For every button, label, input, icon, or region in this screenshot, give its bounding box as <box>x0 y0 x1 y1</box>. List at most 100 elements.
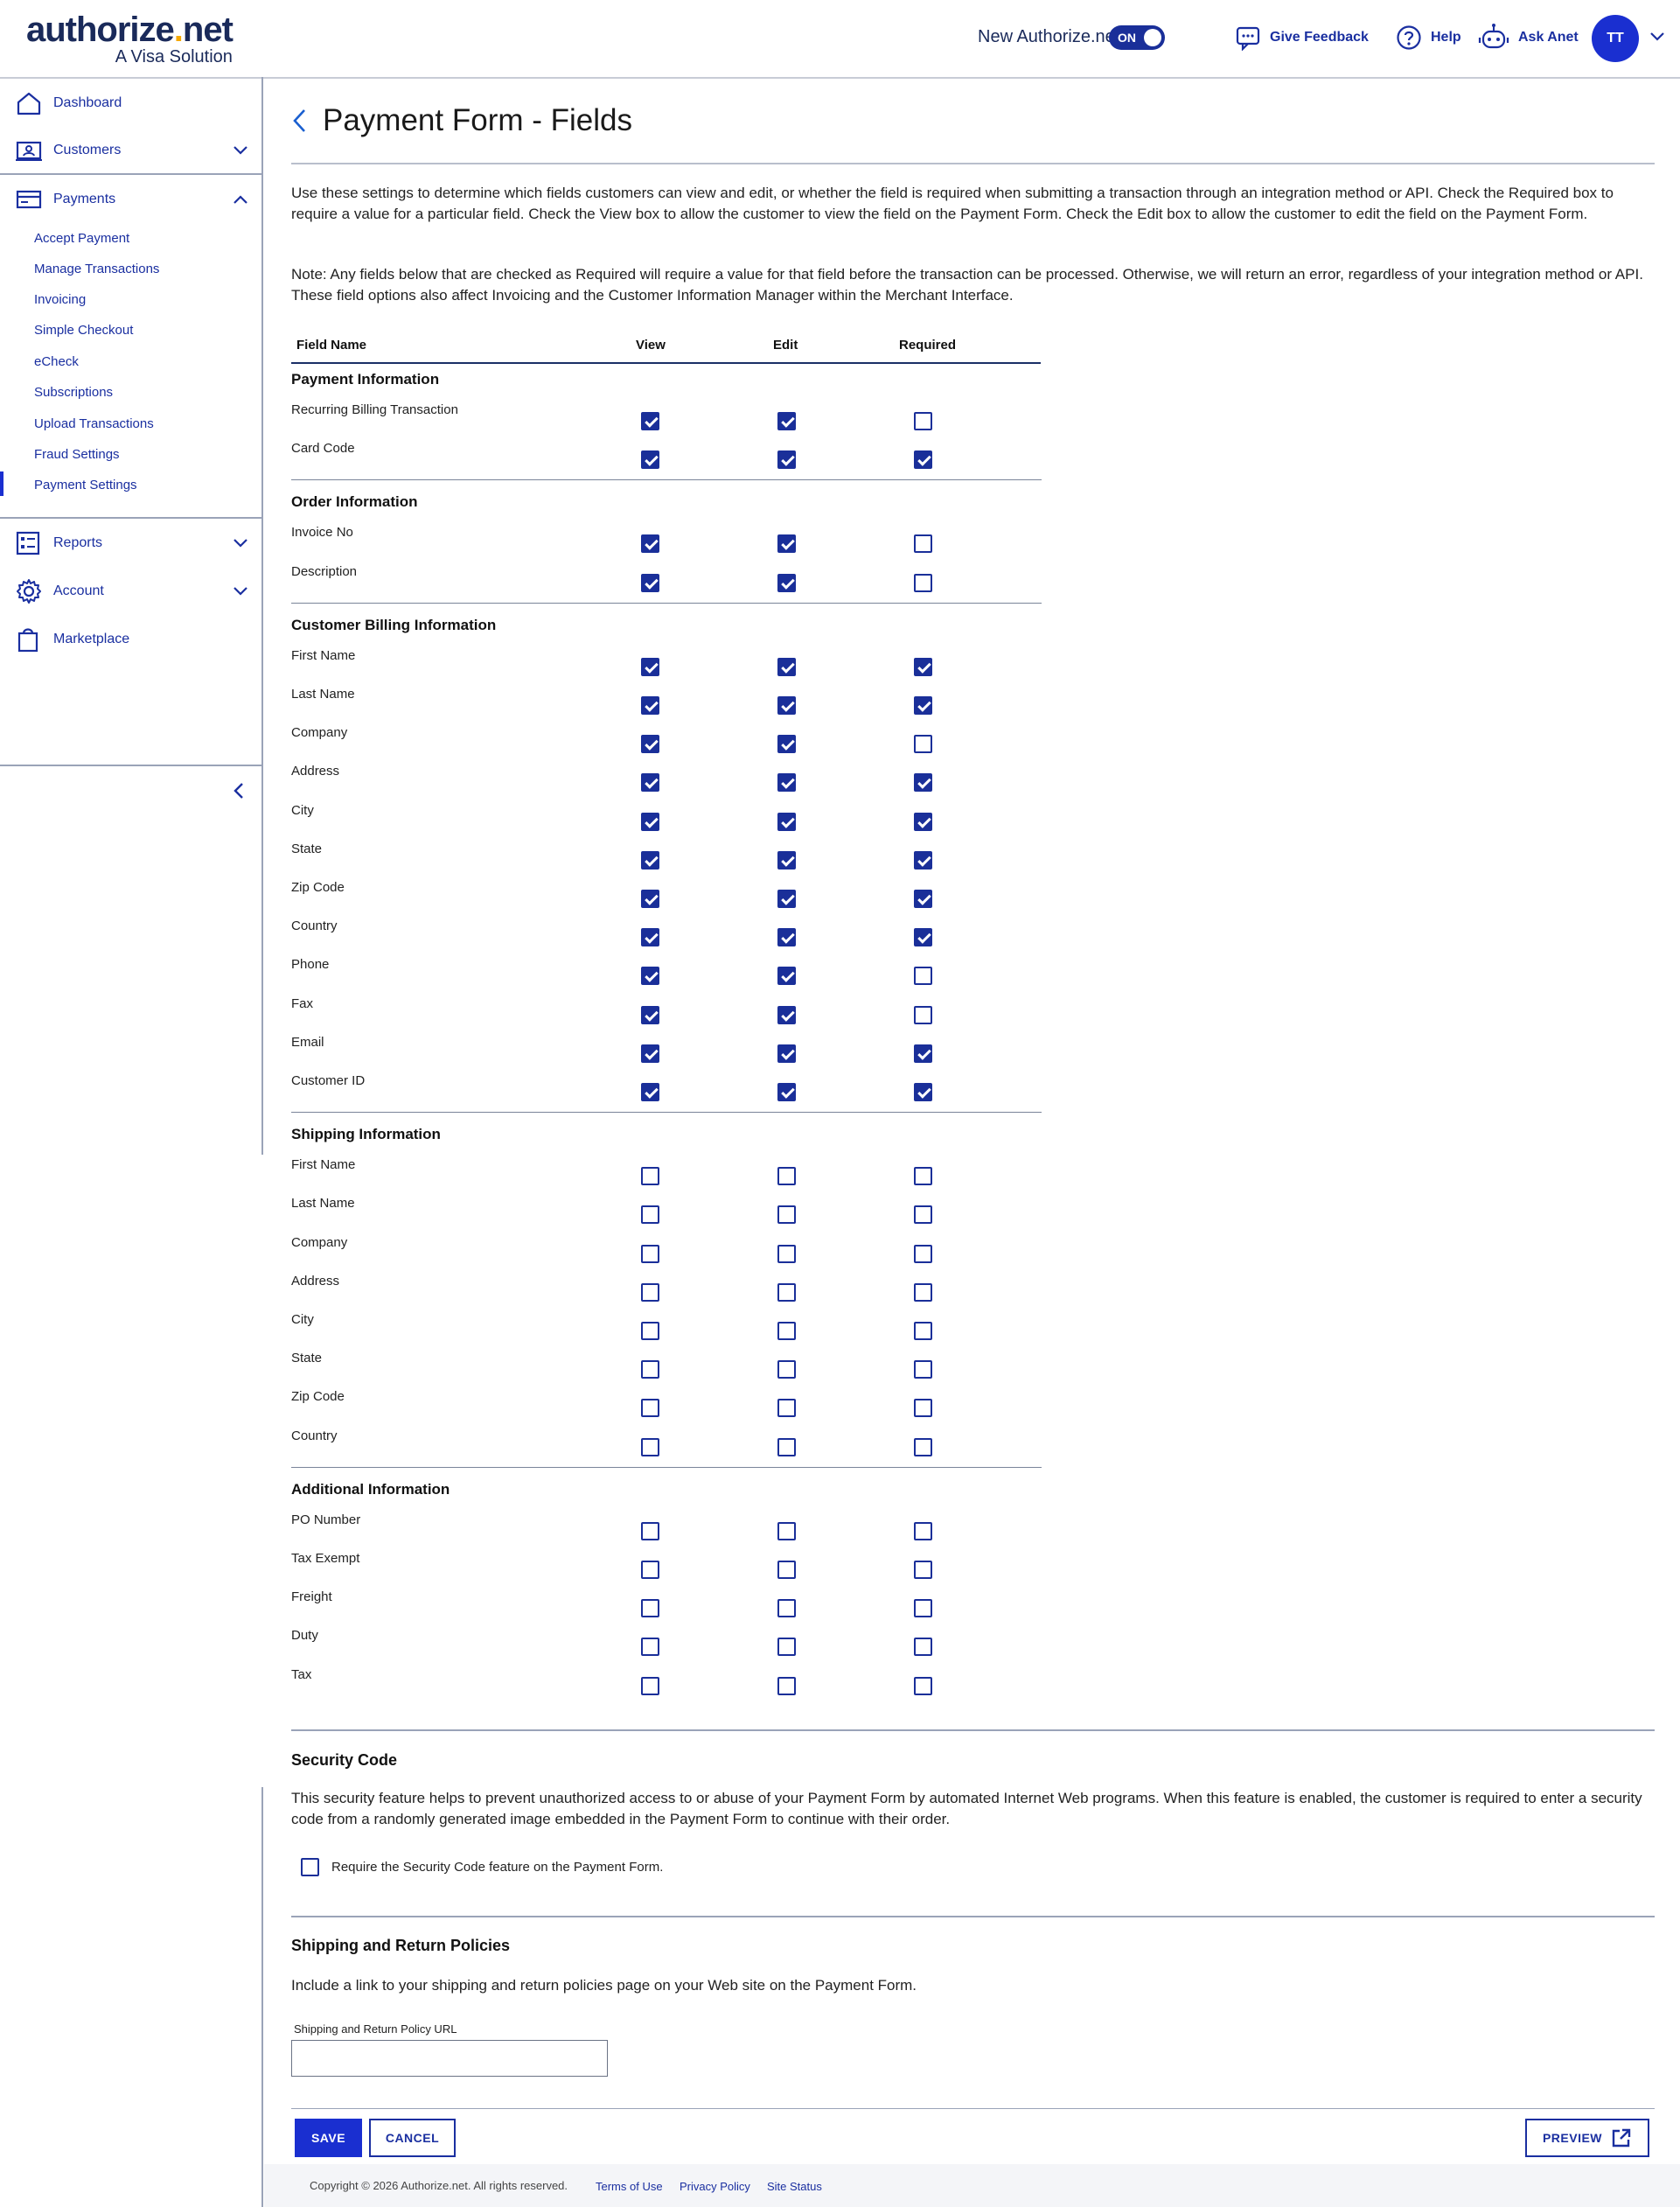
required-checkbox[interactable] <box>914 1360 932 1379</box>
ask-anet-button[interactable]: Ask Anet <box>1478 23 1579 52</box>
view-checkbox[interactable] <box>641 657 659 676</box>
policy-url-input[interactable] <box>291 2040 608 2077</box>
view-checkbox[interactable] <box>641 967 659 986</box>
required-checkbox[interactable] <box>914 534 932 554</box>
edit-checkbox[interactable] <box>777 850 796 870</box>
edit-checkbox[interactable] <box>777 1599 796 1618</box>
security-code-option[interactable]: Require the Security Code feature on the… <box>301 1858 663 1876</box>
view-checkbox[interactable] <box>641 1437 659 1456</box>
save-button[interactable]: SAVE <box>295 2119 362 2157</box>
sidebar-item-payments[interactable]: Payments <box>0 177 262 222</box>
sidebar-item-marketplace[interactable]: Marketplace <box>0 617 262 662</box>
required-checkbox[interactable] <box>914 1638 932 1657</box>
sidebar-subitem-subscriptions[interactable]: Subscriptions <box>34 385 113 400</box>
required-checkbox[interactable] <box>914 1205 932 1225</box>
view-checkbox[interactable] <box>641 1167 659 1186</box>
authorize-net-logo[interactable]: authorize.net A Visa Solution <box>26 10 234 66</box>
back-arrow-icon[interactable] <box>291 108 307 134</box>
required-checkbox[interactable] <box>914 1244 932 1263</box>
required-checkbox[interactable] <box>914 812 932 831</box>
edit-checkbox[interactable] <box>777 1044 796 1063</box>
view-checkbox[interactable] <box>641 450 659 470</box>
required-checkbox[interactable] <box>914 1083 932 1101</box>
sidebar-subitem-payment-settings[interactable]: Payment Settings <box>34 478 137 492</box>
view-checkbox[interactable] <box>641 850 659 870</box>
edit-checkbox[interactable] <box>777 1638 796 1657</box>
required-checkbox[interactable] <box>914 773 932 793</box>
edit-checkbox[interactable] <box>777 696 796 715</box>
view-checkbox[interactable] <box>641 1282 659 1302</box>
edit-checkbox[interactable] <box>777 1244 796 1263</box>
required-checkbox[interactable] <box>914 967 932 986</box>
edit-checkbox[interactable] <box>777 1322 796 1340</box>
edit-checkbox[interactable] <box>777 1167 796 1186</box>
view-checkbox[interactable] <box>641 1005 659 1024</box>
edit-checkbox[interactable] <box>777 890 796 908</box>
sidebar-subitem-fraud-settings[interactable]: Fraud Settings <box>34 447 120 462</box>
view-checkbox[interactable] <box>641 1083 659 1101</box>
sidebar-subitem-accept-payment[interactable]: Accept Payment <box>34 231 129 246</box>
view-checkbox[interactable] <box>641 1399 659 1418</box>
edit-checkbox[interactable] <box>777 1282 796 1302</box>
help-button[interactable]: Help <box>1396 24 1461 51</box>
edit-checkbox[interactable] <box>777 412 796 430</box>
edit-checkbox[interactable] <box>777 928 796 947</box>
sidebar-subitem-manage-transactions[interactable]: Manage Transactions <box>34 262 159 276</box>
view-checkbox[interactable] <box>641 534 659 554</box>
edit-checkbox[interactable] <box>777 1083 796 1101</box>
cancel-button[interactable]: CANCEL <box>369 2119 456 2157</box>
view-checkbox[interactable] <box>641 1561 659 1579</box>
new-ui-toggle[interactable]: ON <box>1109 25 1165 50</box>
view-checkbox[interactable] <box>641 1205 659 1225</box>
edit-checkbox[interactable] <box>777 450 796 470</box>
required-checkbox[interactable] <box>914 696 932 715</box>
edit-checkbox[interactable] <box>777 1676 796 1695</box>
view-checkbox[interactable] <box>641 890 659 908</box>
give-feedback-button[interactable]: Give Feedback <box>1235 24 1369 51</box>
required-checkbox[interactable] <box>914 735 932 754</box>
required-checkbox[interactable] <box>914 1005 932 1024</box>
user-avatar[interactable]: TT <box>1592 15 1639 62</box>
edit-checkbox[interactable] <box>777 812 796 831</box>
required-checkbox[interactable] <box>914 1044 932 1063</box>
view-checkbox[interactable] <box>641 573 659 592</box>
edit-checkbox[interactable] <box>777 773 796 793</box>
required-checkbox[interactable] <box>914 1676 932 1695</box>
required-checkbox[interactable] <box>914 850 932 870</box>
edit-checkbox[interactable] <box>777 657 796 676</box>
view-checkbox[interactable] <box>641 1044 659 1063</box>
view-checkbox[interactable] <box>641 1638 659 1657</box>
sidebar-item-reports[interactable]: Reports <box>0 520 262 566</box>
view-checkbox[interactable] <box>641 1676 659 1695</box>
view-checkbox[interactable] <box>641 1599 659 1618</box>
required-checkbox[interactable] <box>914 1437 932 1456</box>
edit-checkbox[interactable] <box>777 1521 796 1540</box>
edit-checkbox[interactable] <box>777 967 796 986</box>
view-checkbox[interactable] <box>641 412 659 430</box>
chevron-down-icon[interactable] <box>1649 31 1665 42</box>
view-checkbox[interactable] <box>641 1521 659 1540</box>
required-checkbox[interactable] <box>914 1399 932 1418</box>
required-checkbox[interactable] <box>914 1282 932 1302</box>
view-checkbox[interactable] <box>641 1360 659 1379</box>
edit-checkbox[interactable] <box>777 1005 796 1024</box>
edit-checkbox[interactable] <box>777 1360 796 1379</box>
sidebar-subitem-upload-transactions[interactable]: Upload Transactions <box>34 416 154 431</box>
privacy-link[interactable]: Privacy Policy <box>680 2180 750 2193</box>
terms-link[interactable]: Terms of Use <box>596 2180 663 2193</box>
required-checkbox[interactable] <box>914 1322 932 1340</box>
security-code-checkbox[interactable] <box>301 1858 319 1876</box>
required-checkbox[interactable] <box>914 928 932 947</box>
edit-checkbox[interactable] <box>777 1561 796 1579</box>
required-checkbox[interactable] <box>914 412 932 430</box>
sidebar-item-dashboard[interactable]: Dashboard <box>0 80 262 126</box>
view-checkbox[interactable] <box>641 773 659 793</box>
sidebar-subitem-simple-checkout[interactable]: Simple Checkout <box>34 323 133 338</box>
required-checkbox[interactable] <box>914 450 932 470</box>
edit-checkbox[interactable] <box>777 1437 796 1456</box>
sidebar-item-account[interactable]: Account <box>0 569 262 614</box>
required-checkbox[interactable] <box>914 573 932 592</box>
collapse-sidebar-icon[interactable] <box>233 782 245 800</box>
sidebar-item-customers[interactable]: Customers <box>0 128 262 173</box>
view-checkbox[interactable] <box>641 1322 659 1340</box>
